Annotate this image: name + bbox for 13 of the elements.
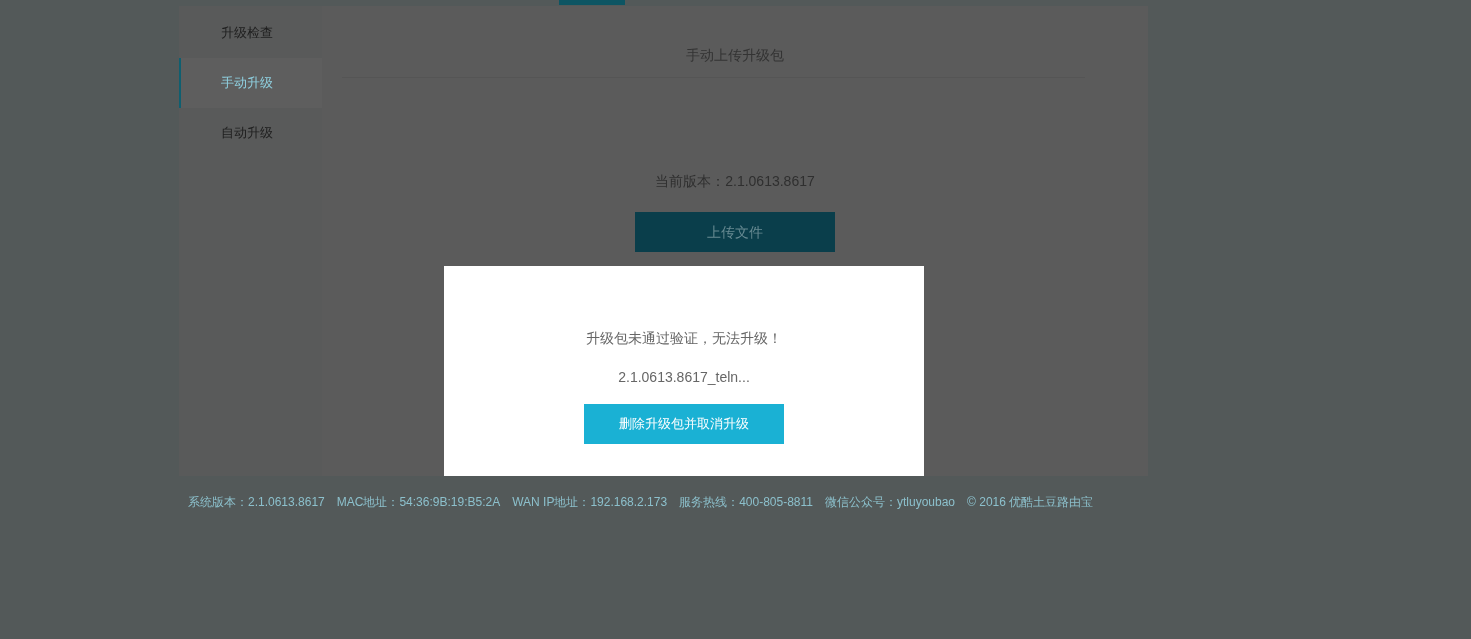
footer-info: MAC地址：54:36:9B:19:B5:2A [336, 494, 501, 511]
delete-and-cancel-button[interactable]: 删除升级包并取消升级 [584, 404, 784, 444]
error-message: 升级包未通过验证，无法升级！ [586, 329, 782, 348]
footer-info: WAN IP地址：192.168.2.173 [512, 494, 668, 511]
footer-info: 服务热线：400-805-8811 [679, 494, 813, 511]
sidebar-item[interactable]: 升级检查 [179, 8, 322, 58]
footer-info: 系统版本：2.1.0613.8617 [188, 494, 325, 511]
file-name: 2.1.0613.8617_teln... [618, 368, 750, 387]
upload-file-button[interactable]: 上传文件 [635, 212, 835, 252]
sidebar-item[interactable]: 手动升级 [179, 58, 322, 108]
active-tab-underline [559, 0, 625, 5]
footer-info: © 2016 优酷土豆路由宝 [967, 494, 1094, 511]
footer-info: 微信公众号：ytluyoubao [825, 494, 956, 511]
